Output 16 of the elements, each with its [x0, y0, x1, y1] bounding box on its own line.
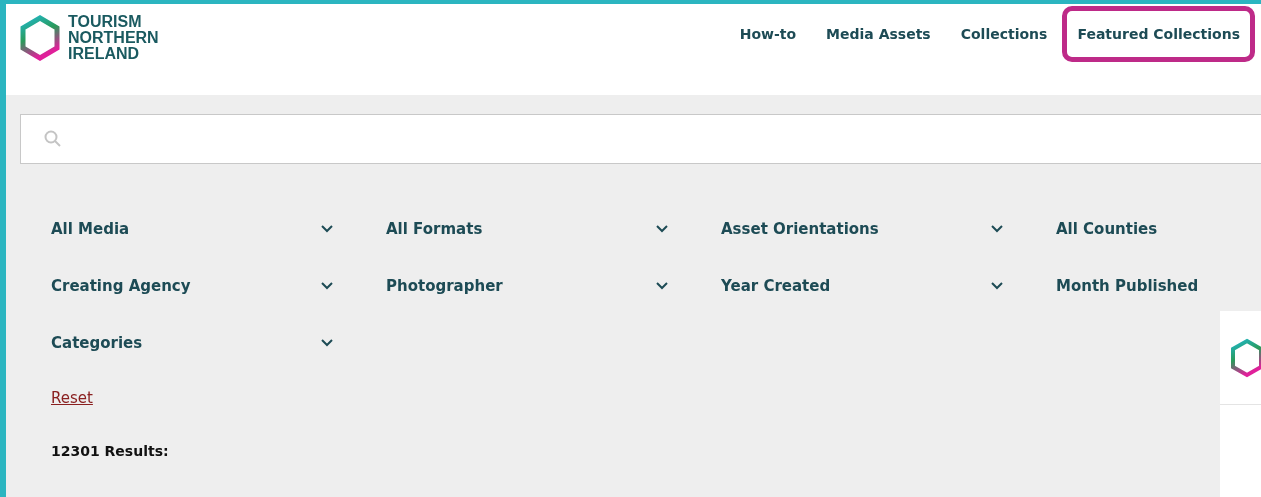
- filter-dropdown[interactable]: Year Created: [721, 276, 1003, 296]
- nav-link[interactable]: Collections: [945, 6, 1063, 62]
- results-count: 12301 Results:: [51, 443, 170, 459]
- filter-dropdown[interactable]: Creating Agency: [51, 276, 333, 296]
- filter-dropdown[interactable]: Month Published: [1056, 276, 1261, 296]
- reset-link[interactable]: Reset: [51, 389, 93, 407]
- nav-link[interactable]: How-to: [724, 6, 812, 62]
- filter-dropdown[interactable]: Photographer: [386, 276, 668, 296]
- filter-dropdown[interactable]: All Formats: [386, 219, 668, 239]
- filter-dropdown[interactable]: All Media: [51, 219, 333, 239]
- nav-link[interactable]: Media Assets: [811, 6, 946, 62]
- filter-dropdown[interactable]: Asset Orientations: [721, 219, 1003, 239]
- nav-link[interactable]: Featured Collections: [1062, 6, 1255, 62]
- logo-wordmark[interactable]: TOURISM NORTHERN IRELAND: [68, 14, 159, 62]
- filter-dropdown[interactable]: Categories: [51, 333, 333, 353]
- filter-dropdown[interactable]: All Counties: [1056, 219, 1261, 239]
